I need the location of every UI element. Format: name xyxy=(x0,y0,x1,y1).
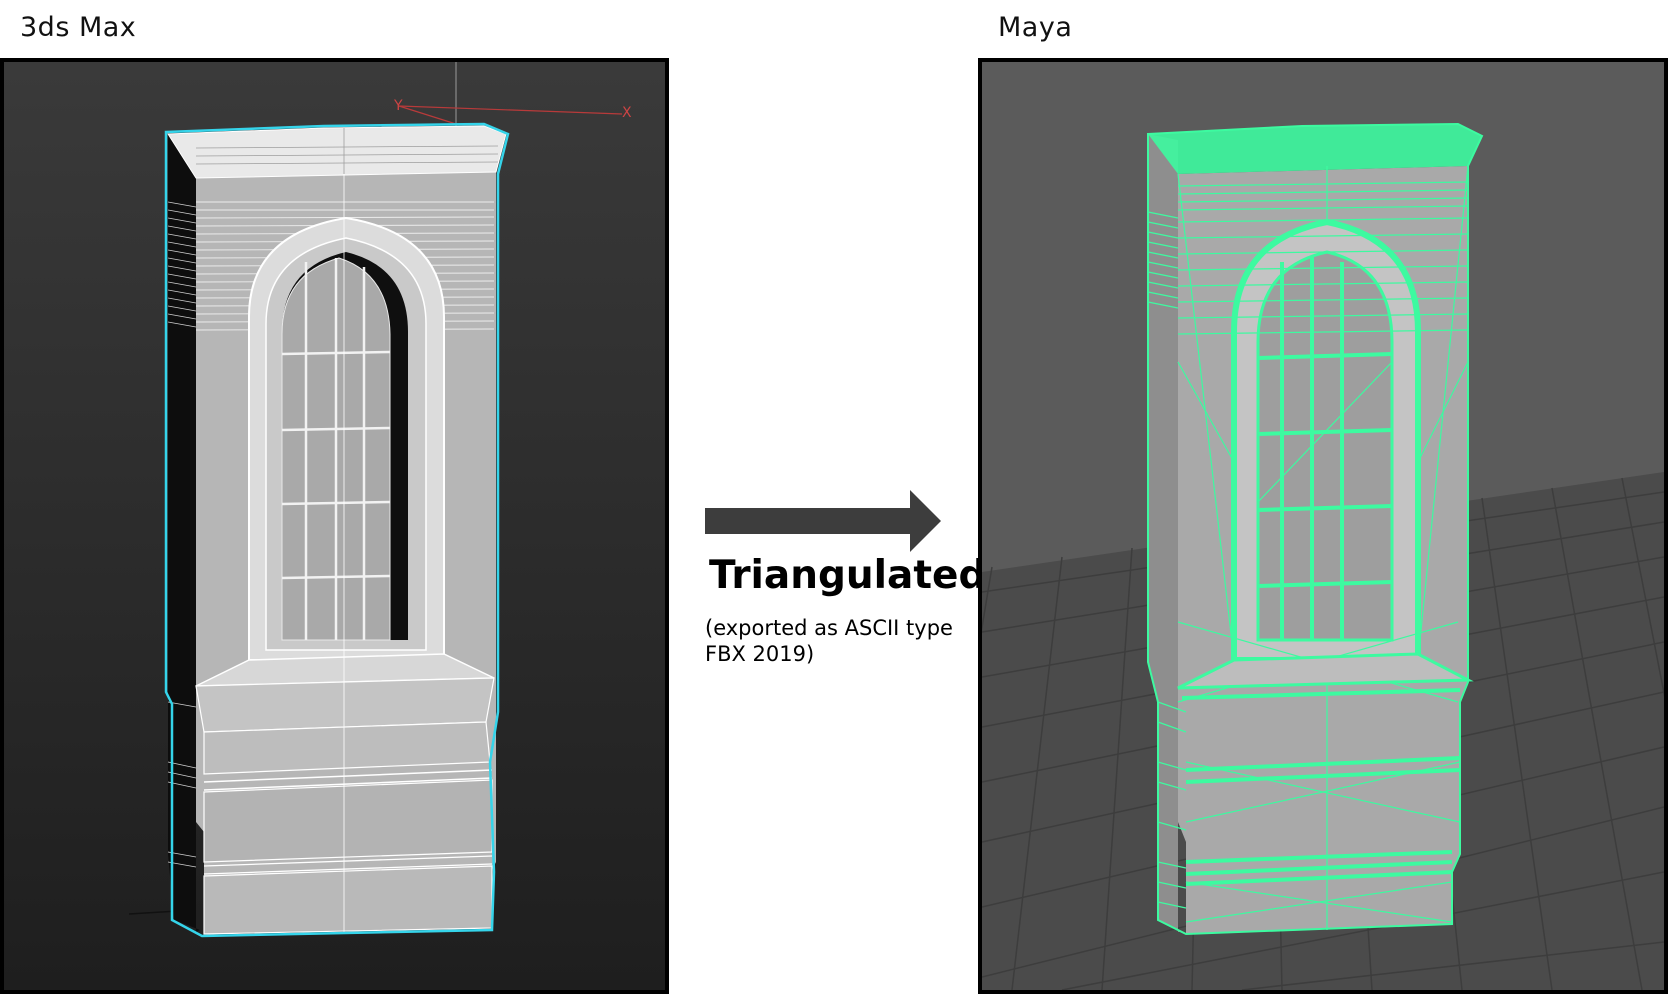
max-viewport[interactable]: Y X xyxy=(0,58,669,994)
max-scene: Y X xyxy=(4,62,665,990)
transition-title: Triangulated xyxy=(709,553,987,598)
max-building-model xyxy=(164,122,510,938)
axis-x-label: X xyxy=(622,105,632,121)
transition-note: (exported as ASCII type FBX 2019) xyxy=(705,615,953,667)
transition-note-line2: FBX 2019) xyxy=(705,642,815,666)
max-viewport-label: 3ds Max xyxy=(20,12,137,43)
maya-viewport[interactable] xyxy=(978,58,1668,994)
axis-y-label: Y xyxy=(393,98,403,114)
arrow-right-icon xyxy=(705,490,941,552)
maya-scene xyxy=(982,62,1664,990)
maya-building-model xyxy=(1147,122,1484,936)
transition-note-line1: (exported as ASCII type xyxy=(705,616,953,640)
maya-viewport-label: Maya xyxy=(998,12,1073,43)
